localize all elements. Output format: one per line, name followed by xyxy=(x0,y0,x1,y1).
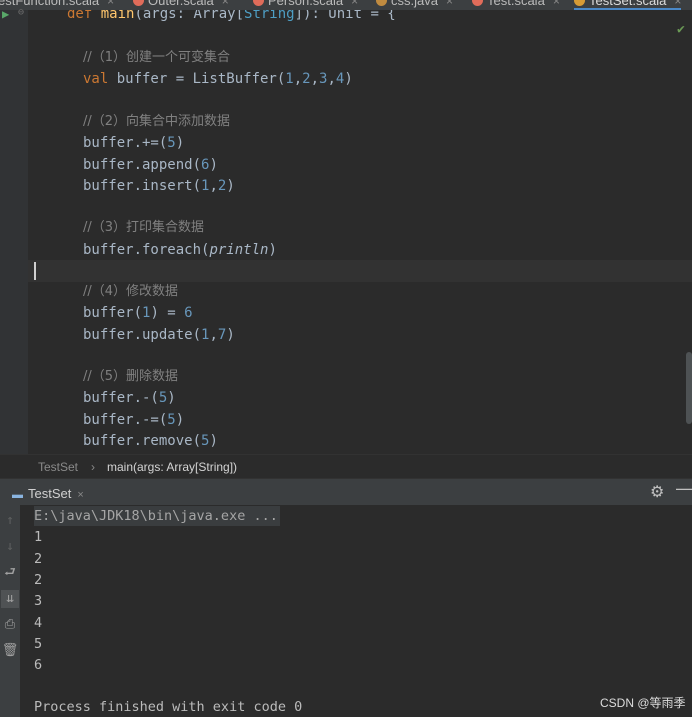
fold-icon[interactable]: ⊖ xyxy=(18,7,24,18)
code-comment: //（5）删除数据 xyxy=(83,369,179,384)
editor-scrollbar[interactable] xyxy=(686,352,692,424)
code-comment: //（3）打印集合数据 xyxy=(83,220,205,235)
console-output-line: 3 xyxy=(34,593,43,609)
close-icon[interactable]: × xyxy=(77,489,83,501)
text-caret xyxy=(34,262,36,280)
tab-label: Person.scala xyxy=(268,0,344,8)
close-icon[interactable]: × xyxy=(351,0,358,8)
code-comment: //（4）修改数据 xyxy=(83,284,179,299)
minimize-icon[interactable]: — xyxy=(676,478,692,499)
console-output-line: 2 xyxy=(34,551,43,567)
close-icon[interactable]: × xyxy=(222,0,229,8)
code-line: buffer.-(5) xyxy=(83,390,176,406)
editor-gutter: ▶ ⊖ xyxy=(0,7,28,454)
trash-icon[interactable]: 🗑 xyxy=(1,642,19,660)
scala-file-icon xyxy=(253,0,264,6)
run-tab-testset[interactable]: ▬ TestSet × xyxy=(12,483,84,505)
run-tool-window-header: ▬ TestSet × ⚙ — xyxy=(0,478,692,505)
close-icon[interactable]: × xyxy=(446,0,453,8)
scala-file-icon xyxy=(133,0,144,6)
code-line: buffer.+=(5) xyxy=(83,135,185,151)
console-output-line: 4 xyxy=(34,615,43,631)
arrow-up-icon[interactable]: ↑ xyxy=(1,512,19,530)
tab-test[interactable]: Test.scala × xyxy=(472,0,560,10)
run-tab-label: TestSet xyxy=(28,486,72,501)
tab-person[interactable]: Person.scala × xyxy=(253,0,358,10)
console-output-line: 5 xyxy=(34,636,43,652)
run-console[interactable]: E:\java\JDK18\bin\java.exe ... 1 2 2 3 4… xyxy=(20,505,692,717)
arrow-down-icon[interactable]: ↓ xyxy=(1,538,19,556)
close-icon[interactable]: × xyxy=(674,0,681,8)
breadcrumb: TestSet › main(args: Array[String]) xyxy=(0,454,692,479)
console-command-line[interactable]: E:\java\JDK18\bin\java.exe ... xyxy=(34,506,280,526)
close-icon[interactable]: × xyxy=(107,0,114,8)
console-output-line: 1 xyxy=(34,529,43,545)
code-line: buffer.insert(1,2) xyxy=(83,178,235,194)
code-line: buffer.foreach(println) xyxy=(83,242,277,258)
code-line: buffer.remove(5) xyxy=(83,433,218,449)
tab-label: Outer.scala xyxy=(148,0,214,8)
code-line: buffer.-=(5) xyxy=(83,412,185,428)
close-icon[interactable]: × xyxy=(553,0,560,8)
console-output-line: 2 xyxy=(34,572,43,588)
console-exit-message: Process finished with exit code 0 xyxy=(34,699,303,715)
watermark: CSDN @等雨季 xyxy=(600,696,686,710)
run-gutter-icon[interactable]: ▶ xyxy=(2,7,9,21)
code-editor[interactable]: def main(args: Array[String]): Unit = { … xyxy=(28,10,692,454)
editor-tab-bar: estFunction.scala × Outer.scala × Person.s… xyxy=(0,0,692,10)
code-comment: //（1）创建一个可变集合 xyxy=(83,50,231,65)
scala-file-icon xyxy=(472,0,483,6)
run-side-toolbar: ↑ ↓ ⮐ ⇊ ⎙ 🗑 xyxy=(0,505,20,717)
tab-css[interactable]: css.java × xyxy=(376,0,453,10)
code-line: buffer.append(6) xyxy=(83,157,218,173)
run-config-icon: ▬ xyxy=(12,489,23,501)
tab-outer[interactable]: Outer.scala × xyxy=(133,0,229,10)
scala-object-icon xyxy=(574,0,585,6)
tab-label: css.java xyxy=(391,0,438,8)
gear-icon[interactable]: ⚙ xyxy=(650,482,664,502)
soft-wrap-icon[interactable]: ⮐ xyxy=(1,564,19,582)
code-comment: //（2）向集合中添加数据 xyxy=(83,114,231,129)
code-line: buffer(1) = 6 xyxy=(83,305,193,321)
tab-label: TestSet.scala xyxy=(589,0,667,8)
print-icon[interactable]: ⎙ xyxy=(1,616,19,634)
code-line: val buffer = ListBuffer(1,2,3,4) xyxy=(83,71,353,87)
breadcrumb-item-class[interactable]: TestSet xyxy=(38,455,78,479)
inspection-ok-icon[interactable]: ✔ xyxy=(677,22,685,37)
code-line: buffer.update(1,7) xyxy=(83,327,235,343)
scroll-to-end-icon[interactable]: ⇊ xyxy=(1,590,19,608)
java-file-icon xyxy=(376,0,387,6)
code-line-main: def main(args: Array[String]): Unit = { xyxy=(67,10,396,22)
tab-label: estFunction.scala xyxy=(0,0,100,8)
console-output-line: 6 xyxy=(34,657,43,673)
tab-label: Test.scala xyxy=(487,0,545,8)
breadcrumb-item-method[interactable]: main(args: Array[String]) xyxy=(107,455,237,479)
chevron-right-icon: › xyxy=(91,460,95,474)
tab-testset[interactable]: TestSet.scala × xyxy=(574,0,682,10)
